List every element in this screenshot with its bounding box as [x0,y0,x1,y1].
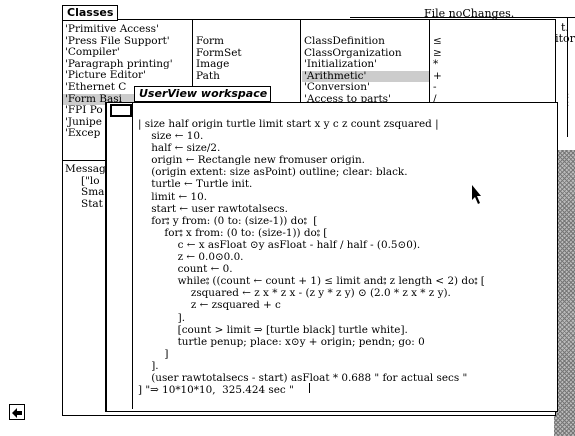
code-line: z ← zsquared + c [138,299,281,312]
background-window-edge [350,17,575,18]
background-window-colon-2: : [566,98,570,109]
scroll-thumb[interactable] [110,104,132,117]
workspace-scrollbar[interactable] [107,103,133,409]
message-item[interactable]: ≥ [431,47,553,60]
code-line: c ← x asFloat ⊙y asFloat - half / half -… [138,238,421,251]
classes-window-title[interactable]: Classes [62,5,119,21]
code-line: origin ← Rectangle new fromuser origin. [138,154,365,167]
protocol-item[interactable]: ClassDefinition [302,35,429,48]
code-line: half ← size/2. [138,142,221,155]
code-line: ] "⇒ 10*10*10, 325.424 sec " [138,384,294,397]
category-item[interactable]: 'Primitive Access' [63,23,192,36]
code-line: for⦂ y from: (0 to: (size-1)) do⦂ [ [138,214,318,227]
code-line: ]. [138,359,159,372]
message-item[interactable]: - [431,82,553,94]
code-line: | size half origin turtle limit start x … [138,118,439,130]
class-item[interactable]: Path [194,70,300,83]
code-line: for⦂ x from: (0 to: (size-1)) do⦂ [ [138,226,328,239]
code-line: [count > limit ⇒ [turtle black] turtle w… [138,323,408,336]
code-line: turtle ← Turtle init. [138,178,253,191]
code-line: z ← 0.0⊙0.0. [138,251,244,264]
message-item[interactable]: * [431,59,553,71]
workspace-code[interactable]: | size half origin turtle limit start x … [138,118,569,396]
code-line: limit ← 10. [138,190,208,203]
code-line: while⦂ ((count ← count + 1) ≤ limit and⦂… [138,275,485,288]
code-line: zsquared ← z x * z x - (z y * z y) ⊙ (2.… [138,287,451,300]
text-cursor [309,383,310,393]
code-line: ]. [138,311,185,324]
arrow-icon [12,408,22,418]
code-line: ] [138,347,169,360]
system-menu-icon[interactable] [9,404,25,420]
code-line: turtle penup; place: x⊙y + origin; pendn… [138,335,425,348]
code-line: count ← 0. [138,263,233,276]
code-line: (user rawtotalsecs - start) asFloat * 0.… [138,371,468,384]
message-item[interactable]: ≤ [431,35,553,48]
code-line: start ← user rawtotalsecs. [138,202,288,215]
class-item[interactable]: Form [194,35,300,48]
desktop: File noChanges. t. Editor : : 'Primitive… [0,0,575,436]
workspace-title[interactable]: UserView workspace [134,86,271,102]
code-line: (origin extent: size asPoint) outline; c… [138,166,408,179]
message-item[interactable]: + [431,70,553,83]
mouse-pointer-icon [472,185,481,204]
code-line: size ← 10. [138,130,204,143]
